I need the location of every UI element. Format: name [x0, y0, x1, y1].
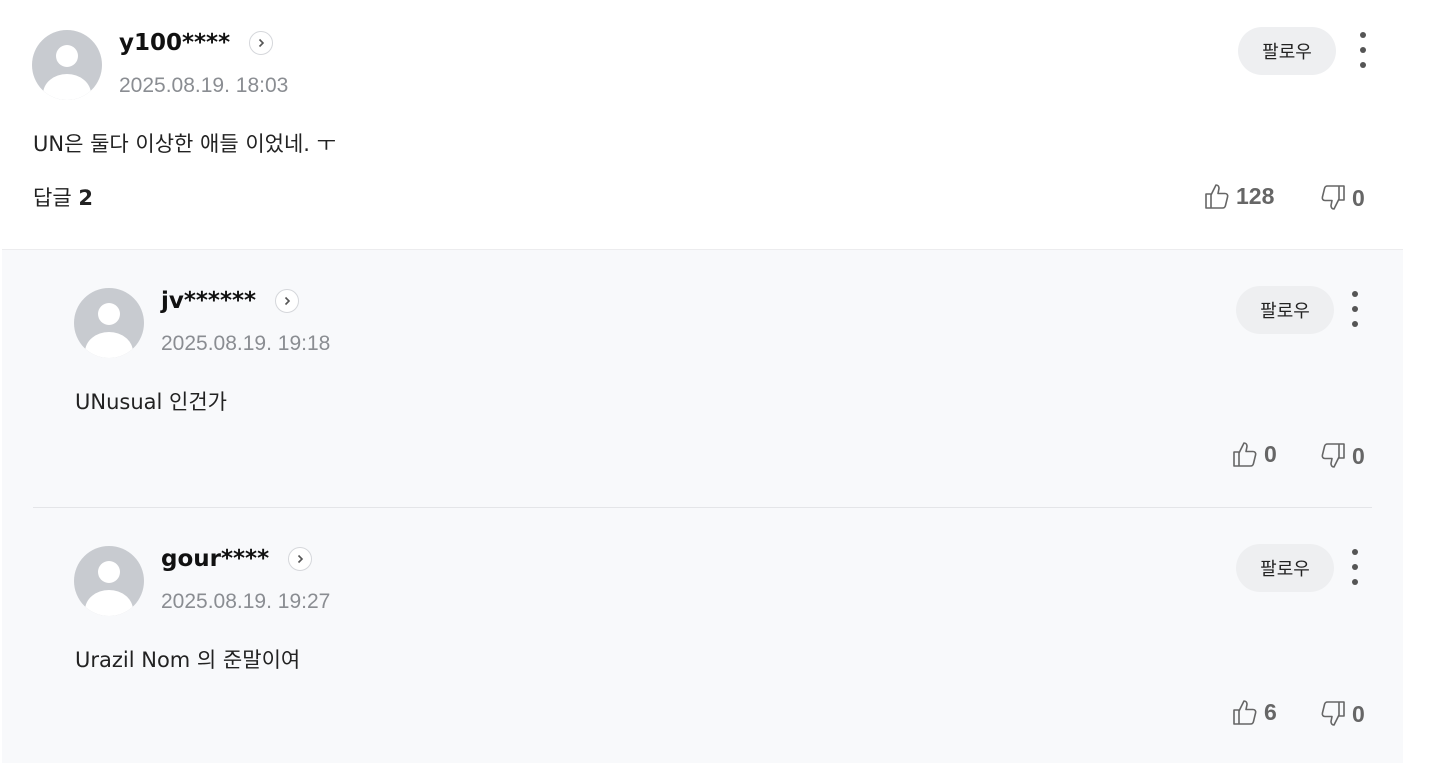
replies-count: 2: [78, 186, 93, 210]
avatar[interactable]: [74, 288, 144, 358]
avatar[interactable]: [74, 546, 144, 616]
reply-text: Urazil Nom 의 준말이여: [75, 648, 301, 672]
dislike-button[interactable]: 0: [1320, 183, 1365, 213]
reply-date: 2025.08.19. 19:27: [161, 590, 331, 613]
dislike-button[interactable]: 0: [1320, 699, 1365, 729]
chevron-right-icon[interactable]: [275, 289, 299, 313]
replies-section: [2, 249, 1403, 763]
username[interactable]: gour****: [161, 546, 269, 572]
username[interactable]: jv******: [161, 288, 256, 314]
chevron-right-icon[interactable]: [249, 31, 273, 55]
avatar[interactable]: [32, 30, 102, 100]
replies-label: 답글: [33, 186, 72, 210]
dislike-count: 0: [1352, 184, 1365, 211]
thumbs-down-icon: [1321, 701, 1345, 726]
thumbs-down-icon: [1321, 443, 1345, 468]
thumbs-up-icon: [1205, 184, 1229, 209]
like-button[interactable]: 128: [1204, 181, 1274, 211]
reply-text: UNusual 인건가: [75, 390, 227, 414]
follow-button[interactable]: 팔로우: [1236, 286, 1334, 334]
dislike-count: 0: [1352, 442, 1365, 469]
like-count: 6: [1264, 698, 1277, 725]
like-button[interactable]: 0: [1232, 439, 1277, 469]
like-count: 0: [1264, 440, 1277, 467]
comment-date: 2025.08.19. 18:03: [119, 74, 289, 97]
reply-date: 2025.08.19. 19:18: [161, 332, 331, 355]
follow-button[interactable]: 팔로우: [1238, 27, 1336, 75]
username[interactable]: y100****: [119, 30, 230, 56]
like-count: 128: [1236, 182, 1275, 209]
follow-button[interactable]: 팔로우: [1236, 544, 1334, 592]
chevron-right-icon[interactable]: [288, 547, 312, 571]
comment-text: UN은 둘다 이상한 애들 이었네. ㅜ: [33, 132, 336, 156]
dislike-count: 0: [1352, 700, 1365, 727]
dislike-button[interactable]: 0: [1320, 441, 1365, 471]
thumbs-up-icon: [1233, 442, 1257, 467]
divider: [33, 507, 1372, 508]
thumbs-up-icon: [1233, 700, 1257, 725]
more-vertical-icon[interactable]: [1347, 291, 1363, 327]
more-vertical-icon[interactable]: [1355, 32, 1371, 68]
replies-toggle[interactable]: 답글 2: [33, 182, 93, 212]
more-vertical-icon[interactable]: [1347, 549, 1363, 585]
thumbs-down-icon: [1321, 185, 1345, 210]
like-button[interactable]: 6: [1232, 697, 1277, 727]
